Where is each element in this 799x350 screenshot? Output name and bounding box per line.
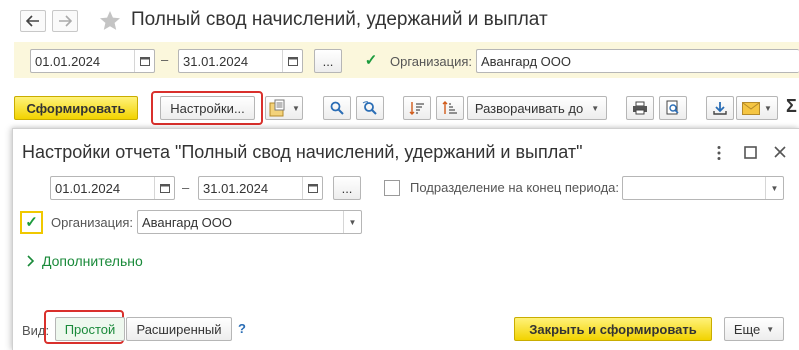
more-menu-label: Еще bbox=[733, 321, 761, 337]
search-next-icon bbox=[362, 101, 377, 115]
dialog-more-button[interactable] bbox=[716, 145, 722, 164]
star-icon bbox=[100, 11, 120, 30]
sort-ascending-icon bbox=[409, 102, 424, 115]
dialog-organization-field[interactable]: Авангард ООО ▼ bbox=[137, 210, 362, 234]
sort-descending-button[interactable] bbox=[436, 96, 464, 120]
dialog-date-from-field[interactable]: 01.01.2024 bbox=[50, 176, 175, 200]
calendar-icon[interactable] bbox=[302, 177, 322, 199]
organization-checkbox[interactable]: ✓ bbox=[363, 52, 379, 68]
view-simple-button[interactable]: Простой bbox=[55, 317, 125, 341]
organization-label: Организация: bbox=[390, 54, 473, 69]
sort-ascending-button[interactable] bbox=[403, 96, 431, 120]
arrow-left-icon bbox=[26, 15, 39, 27]
help-link[interactable]: ? bbox=[238, 321, 246, 336]
dialog-more-menu-button[interactable]: Еще ▼ bbox=[724, 317, 784, 341]
back-button[interactable] bbox=[20, 10, 46, 32]
date-from-value: 01.01.2024 bbox=[35, 53, 101, 69]
subdivision-label: Подразделение на конец периода: bbox=[410, 180, 620, 195]
close-and-generate-button[interactable]: Закрыть и сформировать bbox=[514, 317, 712, 341]
dropdown-arrow-icon[interactable]: ▼ bbox=[765, 177, 783, 199]
dialog-organization-checkbox[interactable]: ✓ bbox=[20, 211, 43, 234]
expand-to-dropdown[interactable]: Разворачивать до ▼ bbox=[467, 96, 607, 120]
find-button[interactable] bbox=[323, 96, 351, 120]
print-preview-icon bbox=[666, 100, 679, 115]
more-vertical-icon bbox=[717, 146, 721, 160]
calendar-icon[interactable] bbox=[154, 177, 174, 199]
close-icon bbox=[774, 146, 786, 158]
forward-button[interactable] bbox=[52, 10, 78, 32]
chevron-right-icon bbox=[27, 255, 35, 267]
date-separator: – bbox=[161, 52, 169, 67]
sort-descending-icon bbox=[442, 101, 457, 114]
dialog-organization-value: Авангард ООО bbox=[142, 214, 232, 230]
settings-button[interactable]: Настройки... bbox=[160, 96, 255, 120]
search-icon bbox=[330, 101, 344, 115]
expand-to-label: Разворачивать до bbox=[474, 100, 584, 116]
chevron-down-icon: ▼ bbox=[766, 324, 775, 334]
view-extended-button[interactable]: Расширенный bbox=[126, 317, 232, 341]
dialog-date-separator: – bbox=[182, 180, 190, 195]
print-preview-button[interactable] bbox=[659, 96, 687, 120]
dialog-date-from-value: 01.01.2024 bbox=[55, 180, 121, 196]
dialog-title: Настройки отчета "Полный свод начислений… bbox=[22, 142, 583, 162]
advanced-toggle-label: Дополнительно bbox=[42, 253, 143, 269]
chevron-down-icon: ▼ bbox=[764, 103, 772, 113]
dropdown-arrow-icon[interactable]: ▼ bbox=[343, 211, 361, 233]
subdivision-checkbox[interactable] bbox=[384, 180, 400, 196]
advanced-toggle[interactable]: Дополнительно bbox=[26, 253, 143, 269]
favorite-button[interactable] bbox=[98, 9, 122, 33]
dialog-organization-label: Организация: bbox=[51, 215, 134, 230]
dialog-date-to-field[interactable]: 31.01.2024 bbox=[198, 176, 323, 200]
generate-button[interactable]: Сформировать bbox=[14, 96, 138, 120]
dialog-period-select-button[interactable]: ... bbox=[333, 176, 361, 200]
organization-field[interactable]: Авангард ООО bbox=[476, 49, 799, 73]
organization-value: Авангард ООО bbox=[481, 53, 571, 69]
calendar-icon[interactable] bbox=[282, 50, 302, 72]
checkmark-icon: ✓ bbox=[25, 214, 38, 231]
subdivision-field[interactable]: ▼ bbox=[622, 176, 784, 200]
date-from-field[interactable]: 01.01.2024 bbox=[30, 49, 155, 73]
print-button[interactable] bbox=[626, 96, 654, 120]
period-select-button[interactable]: ... bbox=[314, 49, 342, 73]
arrow-right-icon bbox=[59, 15, 72, 27]
variant-menu-button[interactable]: ▼ bbox=[265, 96, 303, 120]
calendar-icon[interactable] bbox=[134, 50, 154, 72]
download-icon bbox=[713, 102, 727, 115]
report-variant-icon bbox=[269, 99, 285, 117]
dialog-close-button[interactable] bbox=[773, 145, 787, 162]
date-to-value: 31.01.2024 bbox=[183, 53, 249, 69]
checkmark-icon: ✓ bbox=[364, 51, 378, 69]
printer-icon bbox=[633, 101, 647, 115]
find-next-button[interactable] bbox=[356, 96, 384, 120]
maximize-icon bbox=[744, 146, 757, 159]
save-button[interactable] bbox=[706, 96, 734, 120]
envelope-icon bbox=[742, 101, 761, 115]
dialog-maximize-button[interactable] bbox=[744, 146, 757, 162]
sum-button[interactable]: Σ bbox=[786, 96, 797, 117]
page-title: Полный свод начислений, удержаний и выпл… bbox=[131, 9, 548, 30]
chevron-down-icon: ▼ bbox=[591, 103, 600, 113]
chevron-down-icon: ▼ bbox=[292, 103, 300, 113]
send-email-button[interactable]: ▼ bbox=[736, 96, 778, 120]
dialog-date-to-value: 31.01.2024 bbox=[203, 180, 269, 196]
date-to-field[interactable]: 31.01.2024 bbox=[178, 49, 303, 73]
